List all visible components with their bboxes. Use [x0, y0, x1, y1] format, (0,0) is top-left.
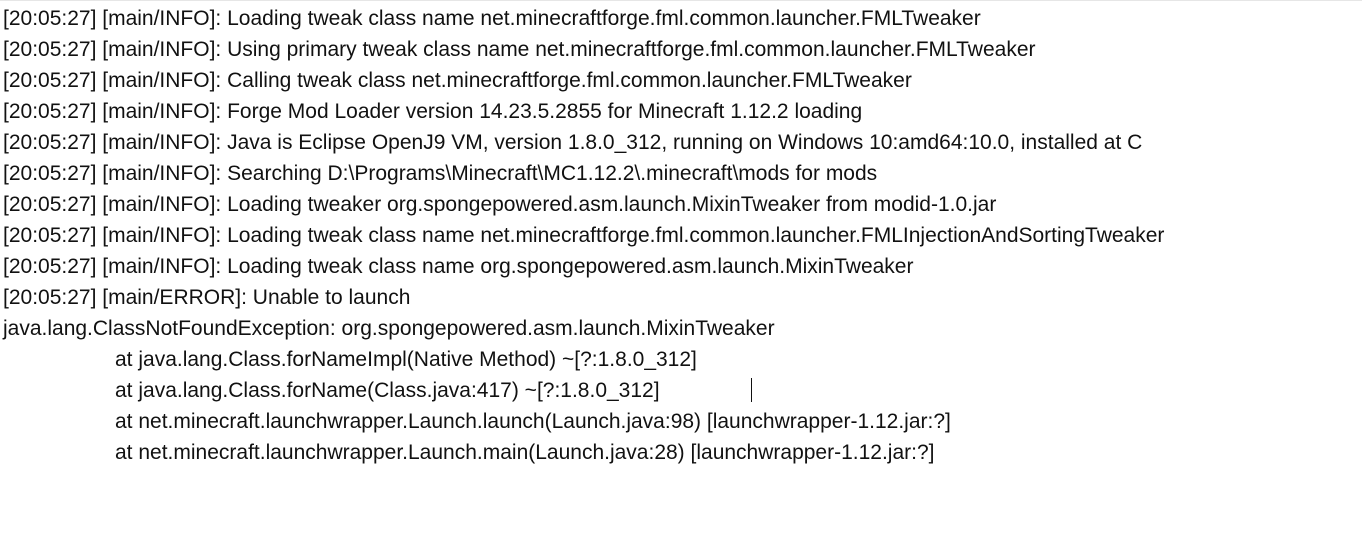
log-line: [20:05:27] [main/INFO]: Loading tweak cl…: [3, 255, 914, 278]
stack-trace-line: at net.minecraft.launchwrapper.Launch.ma…: [115, 441, 935, 464]
stack-trace-line: at java.lang.Class.forNameImpl(Native Me…: [115, 348, 697, 371]
stack-trace-line: at java.lang.Class.forName(Class.java:41…: [115, 379, 660, 402]
log-line: [20:05:27] [main/INFO]: Java is Eclipse …: [3, 131, 1143, 154]
log-text-view[interactable]: [20:05:27] [main/INFO]: Loading tweak cl…: [0, 0, 1362, 536]
log-line-error: [20:05:27] [main/ERROR]: Unable to launc…: [3, 286, 411, 309]
log-line: [20:05:27] [main/INFO]: Using primary tw…: [3, 38, 1036, 61]
log-line: [20:05:27] [main/INFO]: Calling tweak cl…: [3, 69, 912, 92]
log-line: [20:05:27] [main/INFO]: Searching D:\Pro…: [3, 162, 878, 185]
log-line: [20:05:27] [main/INFO]: Loading tweak cl…: [3, 7, 981, 30]
top-divider: [0, 0, 1362, 1]
text-caret: [751, 378, 752, 402]
log-line: [20:05:27] [main/INFO]: Loading tweaker …: [3, 193, 997, 216]
exception-line: java.lang.ClassNotFoundException: org.sp…: [3, 317, 775, 340]
stack-trace-line: at net.minecraft.launchwrapper.Launch.la…: [115, 410, 951, 433]
log-line: [20:05:27] [main/INFO]: Loading tweak cl…: [3, 224, 1165, 247]
log-line: [20:05:27] [main/INFO]: Forge Mod Loader…: [3, 100, 863, 123]
